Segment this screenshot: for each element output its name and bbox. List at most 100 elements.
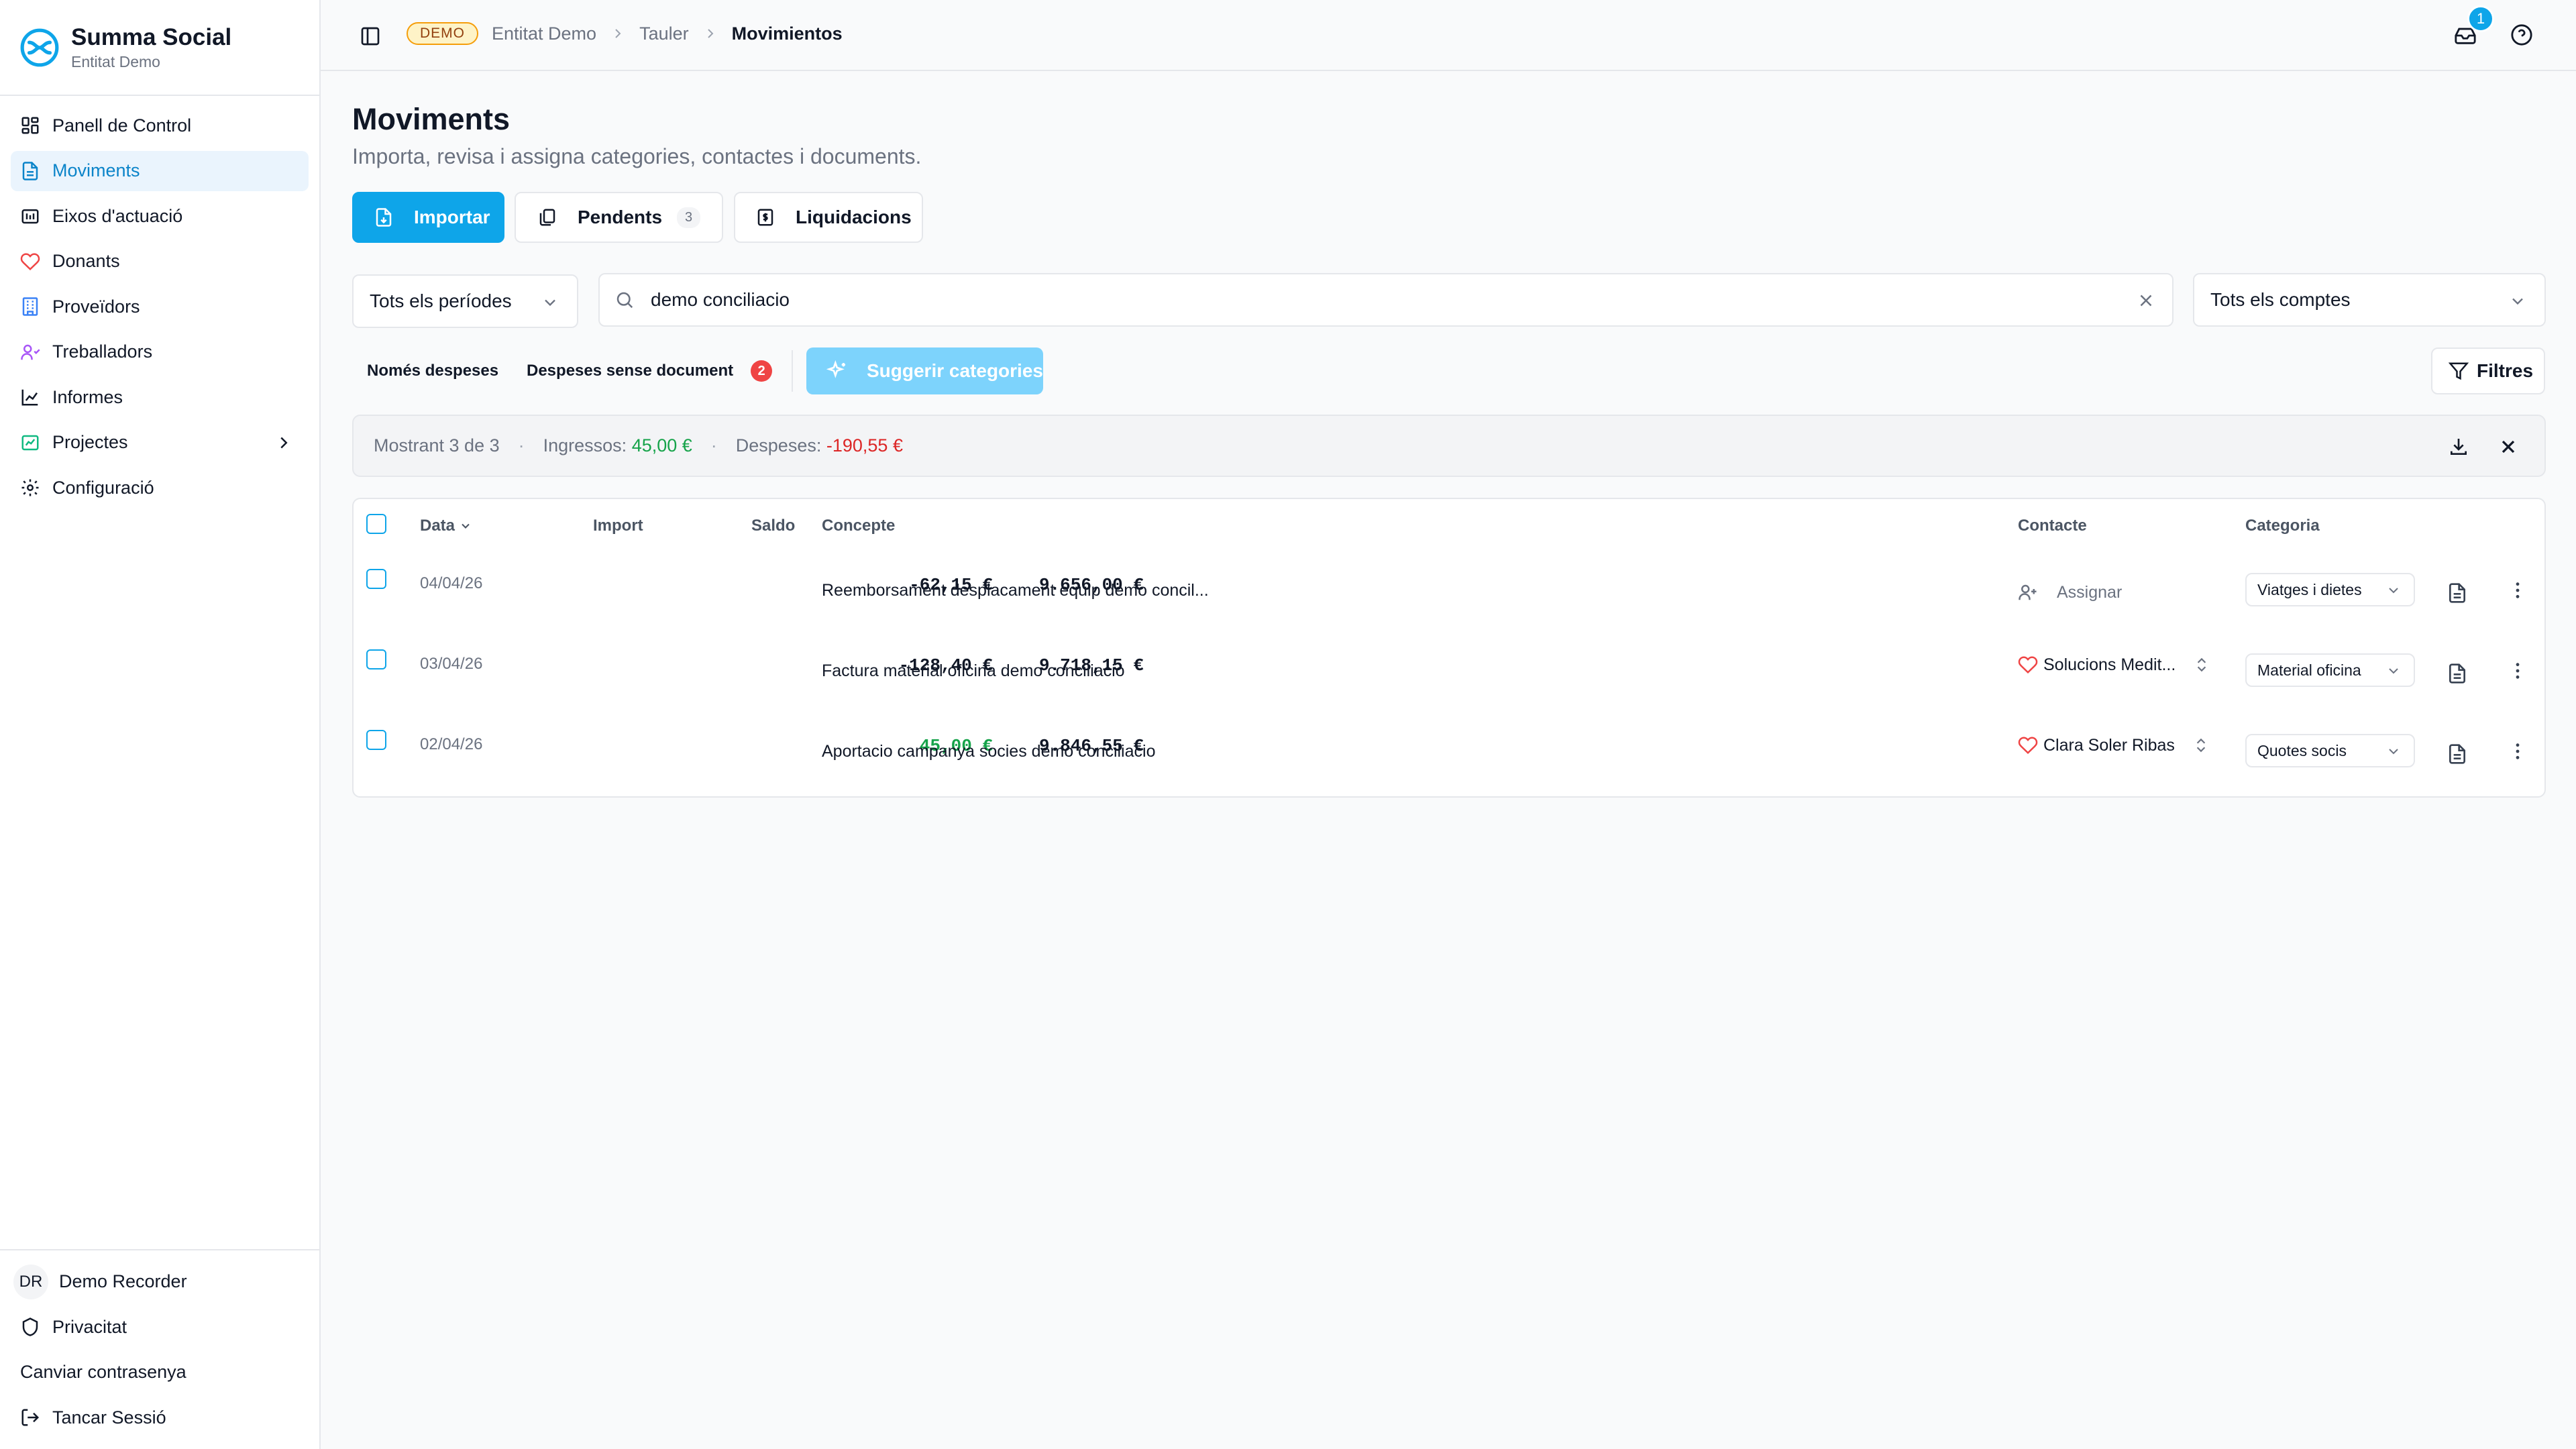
- chart-icon: [21, 389, 38, 406]
- heart-icon: [2018, 656, 2038, 674]
- import-button[interactable]: Importar: [352, 192, 504, 243]
- period-select[interactable]: Tots els períodes: [352, 274, 578, 328]
- document-icon: [22, 161, 38, 180]
- change-password-link[interactable]: Canviar contrasenya: [11, 1352, 309, 1393]
- main-nav: Panell de Control Moviments Eixos d'actu…: [0, 96, 319, 508]
- dashboard-icon: [21, 117, 39, 134]
- category-select[interactable]: Material oficina: [2245, 653, 2415, 687]
- logout-link[interactable]: Tancar Sessió: [11, 1397, 309, 1438]
- breadcrumb-board[interactable]: Tauler: [639, 23, 689, 44]
- user-menu[interactable]: DR Demo Recorder: [11, 1261, 309, 1302]
- topbar: DEMO Entitat Demo Tauler Movimientos 1: [321, 0, 2576, 71]
- row-checkbox[interactable]: [366, 569, 386, 589]
- period-value: Tots els períodes: [370, 290, 512, 311]
- nav-label: Donants: [52, 251, 120, 271]
- settlements-label: Liquidacions: [796, 207, 912, 227]
- row-checkbox[interactable]: [366, 730, 386, 750]
- more-vertical-icon[interactable]: [2507, 741, 2528, 762]
- help-icon[interactable]: [2510, 23, 2533, 46]
- shield-icon: [22, 1318, 38, 1336]
- user-name: Demo Recorder: [59, 1271, 187, 1291]
- breadcrumb-current: Movimientos: [731, 23, 843, 44]
- nav-label: Treballadors: [52, 341, 153, 362]
- assign-contact-button[interactable]: Assignar: [2018, 582, 2122, 602]
- project-icon: [21, 435, 39, 450]
- showing-count: Mostrant 3 de 3: [374, 435, 500, 455]
- pending-button[interactable]: Pendents 3: [515, 192, 723, 243]
- row-concept: Factura material oficina demo conciliaci…: [822, 661, 1125, 680]
- expenses-value: -190,55 €: [826, 435, 903, 455]
- account-value: Tots els comptes: [2210, 289, 2351, 310]
- document-icon[interactable]: [2447, 663, 2468, 684]
- more-vertical-icon[interactable]: [2507, 660, 2528, 682]
- nav-item-eixos[interactable]: Eixos d'actuació: [11, 196, 309, 236]
- users-icon: [21, 344, 40, 360]
- nav-item-proveidors[interactable]: Proveïdors: [11, 286, 309, 327]
- header-date[interactable]: Data: [420, 517, 472, 535]
- nav-item-dashboard[interactable]: Panell de Control: [11, 105, 309, 146]
- chevron-right-icon[interactable]: [274, 433, 294, 453]
- nav-item-configuracio[interactable]: Configuració: [11, 468, 309, 508]
- suggest-categories-button[interactable]: Suggerir categories: [806, 347, 1043, 394]
- pending-icon: [539, 209, 555, 226]
- change-password-label: Canviar contrasenya: [20, 1362, 186, 1382]
- contact-name: Solucions Medit...: [2043, 655, 2176, 674]
- chevron-down-icon: [545, 299, 555, 307]
- download-icon[interactable]: [2448, 436, 2469, 458]
- page-subtitle: Importa, revisa i assigna categories, co…: [352, 144, 922, 168]
- only-expenses-toggle[interactable]: Només despeses: [367, 350, 498, 392]
- sidebar-toggle-icon[interactable]: [360, 25, 381, 47]
- header-concept: Concepte: [822, 517, 896, 535]
- divider: [792, 350, 793, 392]
- category-value: Quotes socis: [2257, 741, 2347, 759]
- separator: ·: [710, 435, 717, 455]
- settlements-button[interactable]: Liquidacions: [734, 192, 923, 243]
- sparkles-icon: [826, 360, 845, 378]
- brand-title: Summa Social: [71, 23, 232, 50]
- income-label: Ingressos:: [543, 435, 627, 455]
- account-select[interactable]: Tots els comptes: [2193, 273, 2546, 327]
- avatar: DR: [13, 1264, 48, 1299]
- demo-badge: DEMO: [407, 22, 478, 45]
- row-checkbox[interactable]: [366, 649, 386, 669]
- expenses-label: Despeses:: [735, 435, 822, 455]
- pending-count: 3: [677, 207, 701, 228]
- breadcrumb-entity[interactable]: Entitat Demo: [492, 23, 596, 44]
- nav-label: Moviments: [52, 160, 140, 180]
- chevron-down-icon: [2512, 298, 2523, 305]
- chevrons-up-down-icon: [2196, 738, 2206, 753]
- document-icon[interactable]: [2447, 743, 2468, 765]
- brand[interactable]: Summa Social Entitat Demo: [0, 0, 319, 96]
- privacy-link[interactable]: Privacitat: [11, 1307, 309, 1348]
- category-select[interactable]: Viatges i dietes: [2245, 573, 2415, 606]
- filters-button[interactable]: Filtres: [2431, 347, 2545, 394]
- nav-label: Proveïdors: [52, 296, 140, 317]
- category-select[interactable]: Quotes socis: [2245, 734, 2415, 767]
- assign-label: Assignar: [2057, 582, 2123, 602]
- close-icon[interactable]: [2136, 290, 2156, 311]
- search-input[interactable]: demo conciliacio: [598, 273, 2174, 327]
- document-icon[interactable]: [2447, 582, 2468, 604]
- more-vertical-icon[interactable]: [2507, 580, 2528, 601]
- gear-icon: [21, 479, 39, 496]
- nav-item-moviments[interactable]: Moviments: [11, 150, 309, 191]
- category-value: Viatges i dietes: [2257, 580, 2362, 598]
- nav-item-projectes[interactable]: Projectes: [11, 423, 309, 463]
- contact-select[interactable]: Solucions Medit...: [2018, 655, 2216, 675]
- user-plus-icon: [2019, 584, 2037, 600]
- nav-item-donants[interactable]: Donants: [11, 241, 309, 282]
- privacy-label: Privacitat: [52, 1316, 127, 1337]
- nav-item-treballadors[interactable]: Treballadors: [11, 332, 309, 372]
- contact-select[interactable]: Clara Soler Ribas: [2018, 735, 2215, 755]
- folder-icon: [21, 209, 39, 224]
- contact-name: Clara Soler Ribas: [2043, 735, 2175, 755]
- separator: ·: [518, 435, 525, 455]
- expenses-no-doc-toggle[interactable]: Despeses sense document 2: [527, 350, 773, 392]
- only-expenses-label: Només despeses: [367, 362, 499, 380]
- chevron-right-icon: [707, 29, 714, 38]
- close-icon[interactable]: [2498, 436, 2519, 458]
- select-all-checkbox[interactable]: [366, 514, 386, 534]
- header-date-label: Data: [420, 517, 455, 535]
- nav-item-informes[interactable]: Informes: [11, 377, 309, 417]
- pending-label: Pendents: [578, 207, 663, 227]
